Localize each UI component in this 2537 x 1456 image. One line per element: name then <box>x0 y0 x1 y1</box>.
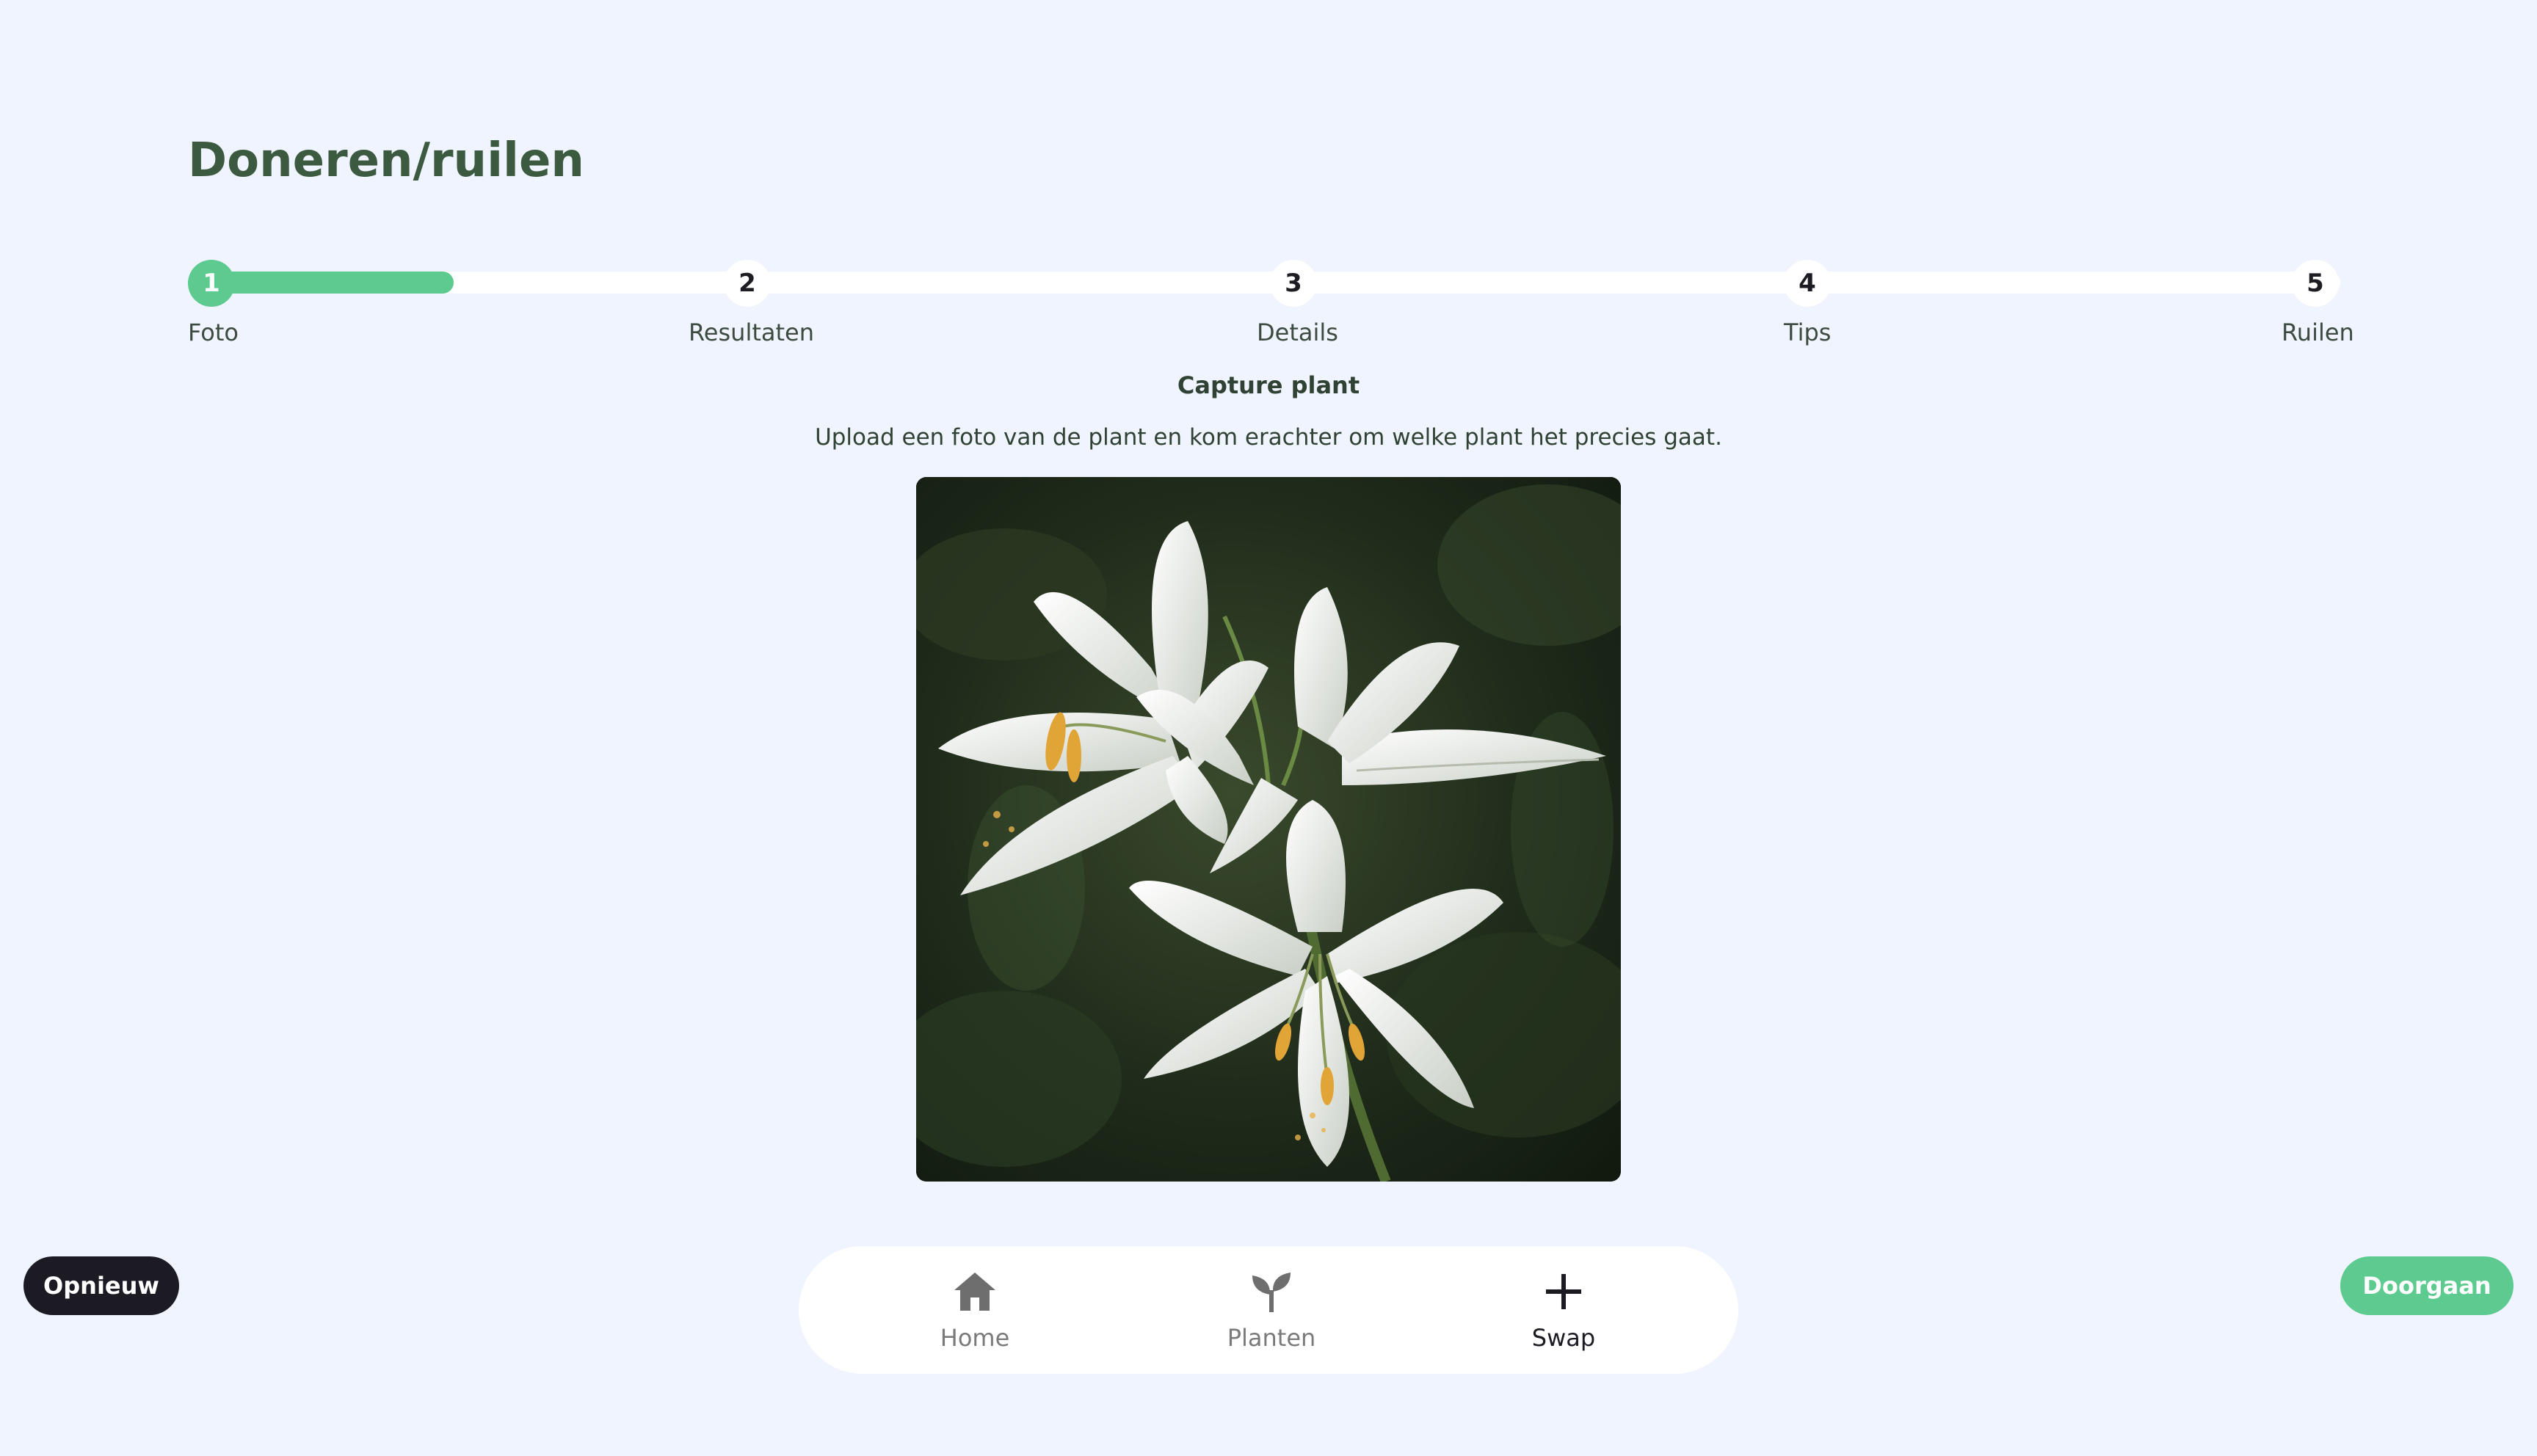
nav-label-swap: Swap <box>1531 1324 1596 1352</box>
bottom-nav: Home Planten Swap <box>799 1246 1738 1374</box>
sprout-icon <box>1252 1273 1291 1312</box>
step-1-label: Foto <box>188 318 239 346</box>
step-3-marker[interactable]: 3 <box>1270 260 1317 307</box>
nav-item-swap[interactable]: Swap <box>1490 1268 1637 1356</box>
section-description: Upload een foto van de plant en kom erac… <box>815 424 1722 451</box>
plant-photo[interactable] <box>916 477 1621 1182</box>
continue-button[interactable]: Doorgaan <box>2340 1256 2514 1315</box>
step-4-label: Tips <box>1784 318 1832 346</box>
donate-swap-page: Doneren/ruilen 1 2 3 4 5 Foto Resultaten… <box>0 0 2537 1456</box>
nav-item-home[interactable]: Home <box>901 1268 1048 1356</box>
step-4-marker[interactable]: 4 <box>1784 260 1831 307</box>
nav-label-home: Home <box>940 1324 1010 1352</box>
step-5-label: Ruilen <box>2282 318 2354 346</box>
nav-item-plants[interactable]: Planten <box>1198 1268 1345 1356</box>
step-5-marker[interactable]: 5 <box>2292 260 2339 307</box>
step-1-marker[interactable]: 1 <box>188 260 235 307</box>
plus-icon <box>1546 1274 1581 1309</box>
reset-button[interactable]: Opnieuw <box>23 1256 179 1315</box>
step-2-label: Resultaten <box>689 318 814 346</box>
step-3-label: Details <box>1257 318 1338 346</box>
step-2-marker[interactable]: 2 <box>724 260 771 307</box>
progress-track <box>188 272 2340 294</box>
page-title: Doneren/ruilen <box>188 134 584 188</box>
section-heading: Capture plant <box>1177 371 1360 399</box>
nav-label-plants: Planten <box>1227 1324 1316 1352</box>
lily-image <box>916 477 1621 1182</box>
home-icon <box>954 1273 995 1311</box>
